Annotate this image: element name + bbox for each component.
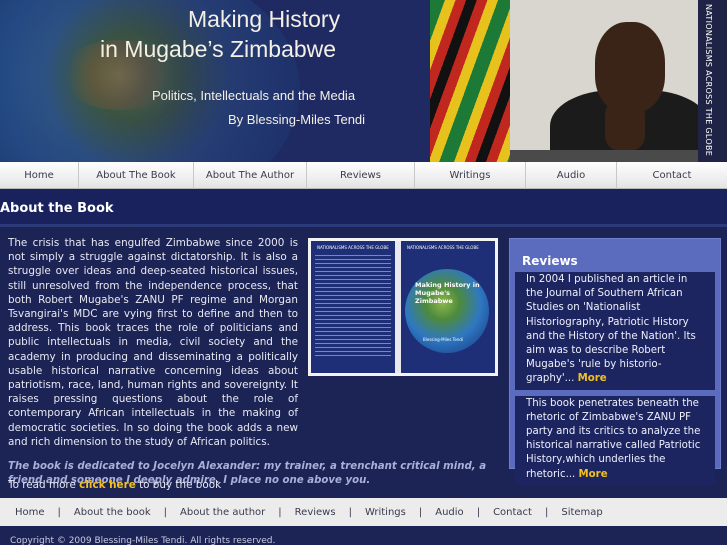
photo-figure-hand (605, 100, 645, 150)
book-cover-spine (395, 241, 401, 373)
reviews-heading: Reviews (522, 254, 578, 268)
main-content: The crisis that has engulfed Zimbabwe si… (0, 230, 727, 498)
footer-nav-about-author[interactable]: About the author (180, 507, 265, 518)
author-subject-photo (430, 0, 698, 162)
footer-separator: | (278, 506, 282, 518)
footer-separator: | (348, 506, 352, 518)
author-byline: By Blessing-Miles Tendi (228, 112, 366, 127)
footer-nav-sitemap[interactable]: Sitemap (561, 507, 602, 518)
site-title-line2: in Mugabe’s Zimbabwe (100, 36, 337, 62)
cover-title: Making History in Mugabe's Zimbabwe (415, 281, 480, 305)
nav-about-the-author[interactable]: About The Author (194, 162, 307, 189)
cover-series-front: NATIONALISMS ACROSS THE GLOBE (407, 245, 479, 250)
footer-nav-writings[interactable]: Writings (365, 507, 406, 518)
buy-suffix: to buy the book (135, 479, 222, 491)
footer-separator: | (476, 506, 481, 518)
nav-audio[interactable]: Audio (526, 162, 617, 189)
book-description: The crisis that has engulfed Zimbabwe si… (8, 236, 486, 488)
book-cover-back (315, 255, 391, 357)
footer-nav-reviews[interactable]: Reviews (295, 507, 336, 518)
review-item: This book penetrates beneath the rhetori… (515, 395, 715, 485)
footer-nav-contact[interactable]: Contact (493, 507, 532, 518)
cover-author: Blessing-Miles Tendi (423, 337, 464, 342)
nav-contact[interactable]: Contact (617, 162, 727, 189)
nav-reviews[interactable]: Reviews (307, 162, 415, 189)
page-title: About the Book (0, 201, 114, 216)
buy-book-line: To read more click here to buy the book (8, 479, 221, 491)
reviews-panel: Reviews In 2004 I published an article i… (509, 238, 721, 485)
footer-separator: | (418, 506, 423, 518)
site-title-line1: Making History (188, 6, 341, 32)
site-subtitle: Politics, Intellectuals and the Media (152, 88, 356, 103)
buy-book-link[interactable]: click here (79, 479, 136, 491)
cover-series-back: NATIONALISMS ACROSS THE GLOBE (317, 245, 389, 250)
book-cover-art: NATIONALISMS ACROSS THE GLOBE NATIONALIS… (311, 241, 495, 373)
review-more-link[interactable]: More (579, 469, 608, 480)
zimbabwe-flag-image (430, 0, 510, 162)
footer-nav-audio[interactable]: Audio (435, 507, 463, 518)
review-more-link[interactable]: More (578, 373, 607, 384)
footer-separator: | (163, 506, 167, 518)
photo-figure-head (595, 22, 665, 112)
review-text: In 2004 I published an article in the Jo… (526, 274, 696, 385)
section-title-bar: About the Book (0, 189, 727, 227)
review-text: This book penetrates beneath the rhetori… (526, 397, 701, 480)
footer-nav-about-book[interactable]: About the book (74, 507, 151, 518)
copyright-notice: Copyright © 2009 Blessing-Miles Tendi. A… (10, 536, 276, 545)
book-synopsis: The crisis that has engulfed Zimbabwe si… (8, 237, 298, 448)
nav-home[interactable]: Home (0, 162, 79, 189)
header-banner: Making History in Mugabe’s Zimbabwe Poli… (0, 0, 727, 162)
review-item: In 2004 I published an article in the Jo… (515, 272, 715, 390)
footer-nav-home[interactable]: Home (15, 507, 45, 518)
nav-writings[interactable]: Writings (415, 162, 526, 189)
footer-navigation: Home | About the book | About the author… (0, 498, 727, 526)
nav-about-the-book[interactable]: About The Book (79, 162, 194, 189)
buy-prefix: To read more (8, 479, 80, 491)
top-navigation: Home About The Book About The Author Rev… (0, 162, 727, 189)
series-tag: NATIONALISMS ACROSS THE GLOBE (698, 0, 727, 162)
footer-separator: | (57, 506, 61, 518)
book-cover-image: NATIONALISMS ACROSS THE GLOBE NATIONALIS… (308, 238, 498, 376)
footer-separator: | (544, 506, 549, 518)
photo-desk (510, 150, 698, 162)
series-tag-text: NATIONALISMS ACROSS THE GLOBE (704, 4, 713, 157)
